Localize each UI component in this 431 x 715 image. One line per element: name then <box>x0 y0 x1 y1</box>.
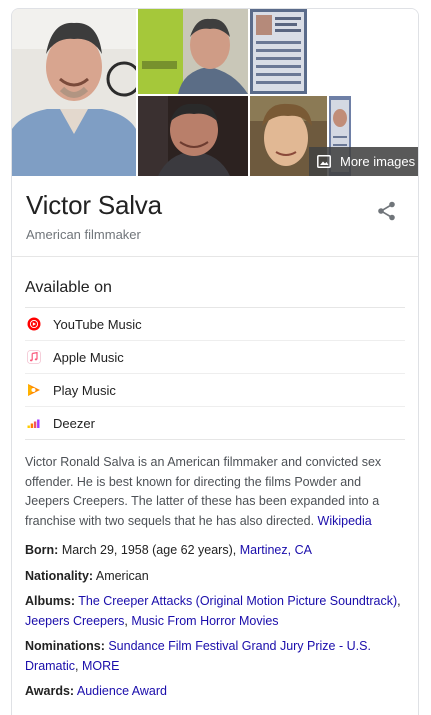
photo-3-document[interactable] <box>250 9 307 94</box>
album-link[interactable]: The Creeper Attacks (Original Motion Pic… <box>78 594 397 608</box>
entity-header: Victor Salva American filmmaker <box>12 176 418 257</box>
fact-label: Awards: <box>25 684 75 698</box>
fact-value: March 29, 1958 (age 62 years), <box>61 543 237 557</box>
award-link[interactable]: Audience Award <box>77 684 167 698</box>
photo-main[interactable] <box>12 9 136 176</box>
image-collage: More images <box>12 9 418 176</box>
entity-subtitle: American filmmaker <box>26 227 141 242</box>
photo-2[interactable] <box>138 9 248 94</box>
available-on-heading: Available on <box>25 257 405 308</box>
service-label: YouTube Music <box>53 316 142 332</box>
service-label: Apple Music <box>53 349 124 365</box>
service-label: Play Music <box>53 382 116 398</box>
apple-music-icon <box>27 350 41 364</box>
deezer-icon <box>27 419 40 428</box>
fact-label: Born: <box>25 543 59 557</box>
entity-title: Victor Salva <box>26 190 162 220</box>
youtube-music-icon <box>27 317 41 331</box>
available-on-section: Available on YouTube Music Apple Music P… <box>12 257 418 440</box>
play-music-icon <box>28 384 40 396</box>
image-icon <box>317 155 331 168</box>
wikipedia-link[interactable]: Wikipedia <box>318 514 372 528</box>
fact-nationality: Nationality: American <box>25 567 405 587</box>
fact-label: Nominations: <box>25 639 105 653</box>
more-images-label: More images <box>340 154 416 169</box>
entity-description: Victor Ronald Salva is an American filmm… <box>12 440 418 531</box>
fact-value: American <box>95 568 149 583</box>
birthplace-link[interactable]: Martinez, CA <box>240 543 312 557</box>
fact-label: Albums: <box>25 594 75 608</box>
fact-label: Nationality: <box>25 568 94 583</box>
fact-albums: Albums: The Creeper Attacks (Original Mo… <box>25 594 401 628</box>
service-label: Deezer <box>53 415 95 431</box>
service-youtube-music[interactable]: YouTube Music <box>25 308 405 341</box>
share-icon[interactable] <box>376 200 398 222</box>
album-link[interactable]: Jeepers Creepers <box>25 614 124 628</box>
service-play-music[interactable]: Play Music <box>25 374 405 407</box>
facts-list: Born: March 29, 1958 (age 62 years), Mar… <box>12 531 418 702</box>
service-apple-music[interactable]: Apple Music <box>25 341 405 374</box>
fact-born: Born: March 29, 1958 (age 62 years), Mar… <box>25 541 405 561</box>
more-nominations-link[interactable]: MORE <box>82 659 120 673</box>
service-deezer[interactable]: Deezer <box>25 407 405 440</box>
fact-awards: Awards: Audience Award <box>25 682 405 702</box>
knowledge-panel: More images Victor Salva American filmma… <box>11 8 419 715</box>
fact-nominations: Nominations: Sundance Film Festival Gran… <box>25 639 371 673</box>
photo-4[interactable] <box>138 96 248 176</box>
more-images-button[interactable]: More images <box>309 147 418 176</box>
album-link[interactable]: Music From Horror Movies <box>131 614 278 628</box>
